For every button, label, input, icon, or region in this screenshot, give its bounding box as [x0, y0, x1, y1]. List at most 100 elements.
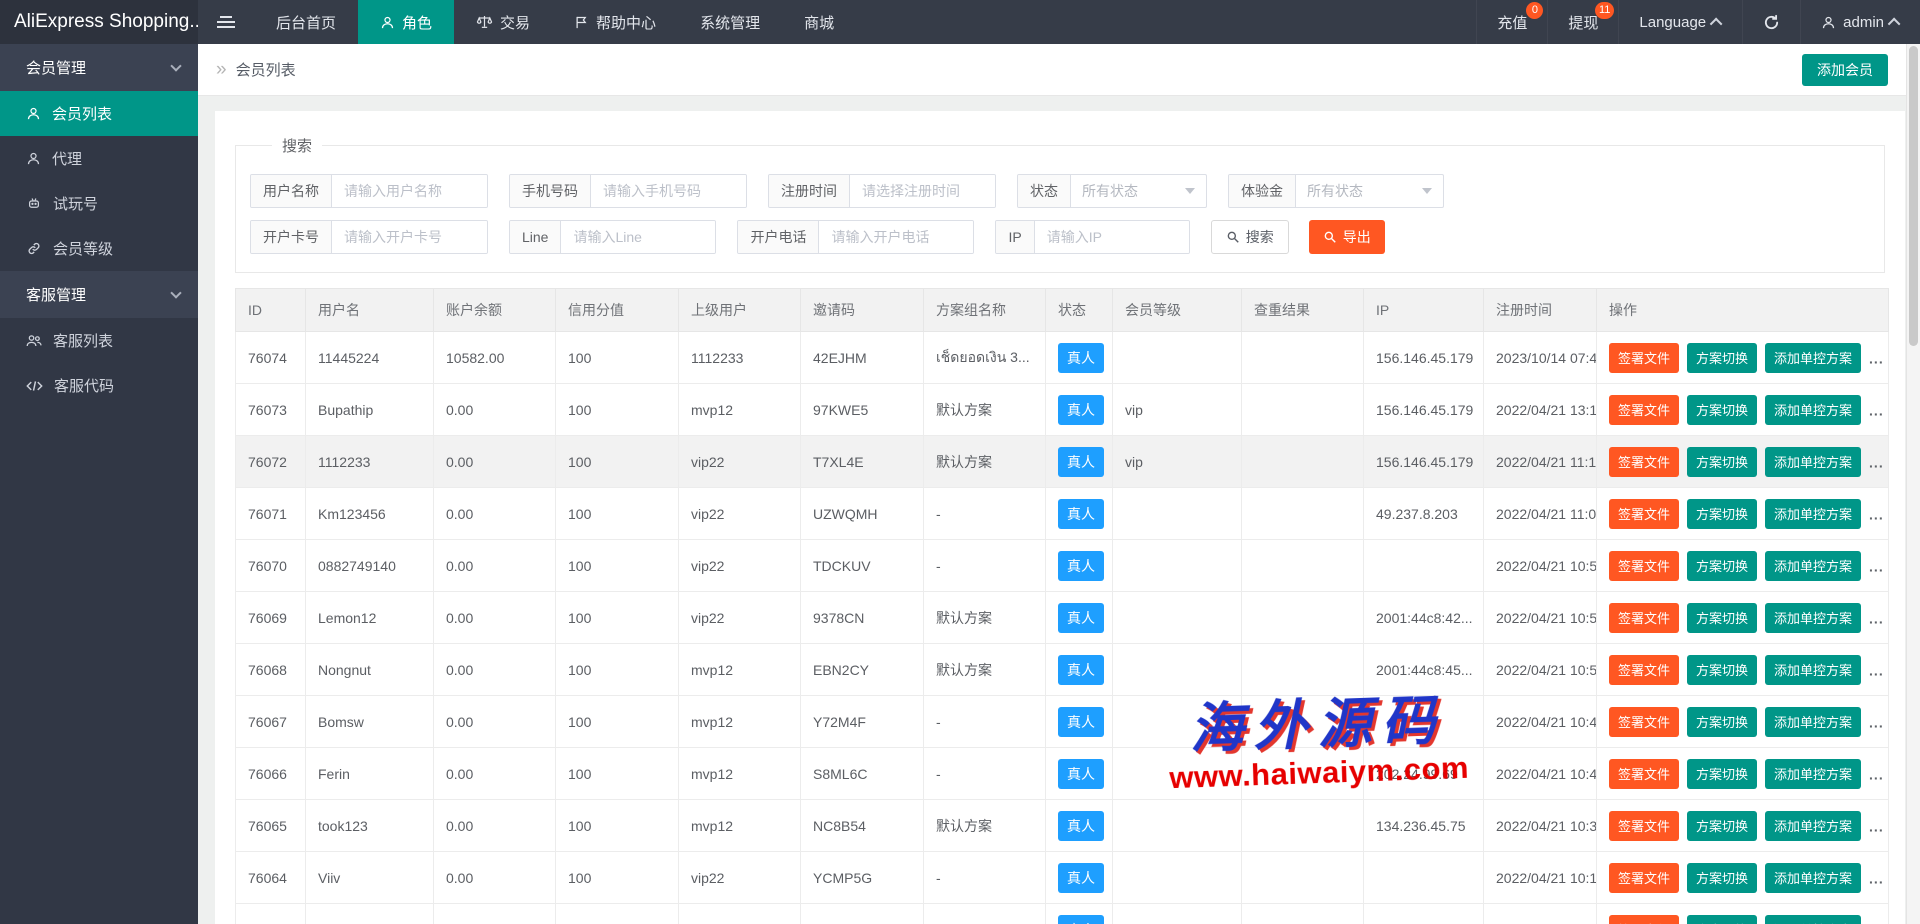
sidebar-item-客服列表[interactable]: 客服列表	[0, 318, 198, 363]
search-field-label: 注册时间	[769, 175, 850, 207]
withdraw-badge: 11	[1595, 2, 1614, 19]
more-actions-button[interactable]: ...	[1869, 662, 1884, 678]
sidebar-item-代理[interactable]: 代理	[0, 136, 198, 181]
action-button-方案切换[interactable]: 方案切换	[1687, 395, 1757, 425]
cell-actions: 签署文件方案切换添加单控方案...	[1597, 696, 1889, 748]
action-button-签署文件[interactable]: 签署文件	[1609, 707, 1679, 737]
sidebar-item-会员等级[interactable]: 会员等级	[0, 226, 198, 271]
nav-item-1[interactable]: 后台首页	[254, 0, 358, 44]
action-button-方案切换[interactable]: 方案切换	[1687, 863, 1757, 893]
action-button-方案切换[interactable]: 方案切换	[1687, 655, 1757, 685]
scrollbar-thumb[interactable]	[1909, 46, 1918, 346]
action-button-方案切换[interactable]: 方案切换	[1687, 603, 1757, 633]
nav-item-2[interactable]: 角色	[358, 0, 454, 44]
action-button-签署文件[interactable]: 签署文件	[1609, 499, 1679, 529]
nav-item-label: 商城	[804, 12, 834, 33]
more-actions-button[interactable]: ...	[1869, 402, 1884, 418]
more-actions-button[interactable]: ...	[1869, 454, 1884, 470]
cell-id: 76065	[236, 800, 306, 852]
action-button-添加单控方案[interactable]: 添加单控方案	[1765, 395, 1861, 425]
cell-level: vip	[1113, 384, 1242, 436]
action-button-方案切换[interactable]: 方案切换	[1687, 447, 1757, 477]
search-fieldset: 搜索 用户名称手机号码注册时间状态所有状态体验金所有状态 开户卡号Line开户电…	[235, 135, 1885, 273]
cell-invite: TDCKUV	[801, 540, 924, 592]
search-input-Line[interactable]	[561, 221, 715, 253]
search-input-用户名称[interactable]	[332, 175, 487, 207]
withdraw-menu-item[interactable]: 提现 11	[1547, 0, 1618, 44]
cell-plan: 默认方案	[924, 644, 1046, 696]
action-button-签署文件[interactable]: 签署文件	[1609, 343, 1679, 373]
action-button-方案切换[interactable]: 方案切换	[1687, 499, 1757, 529]
action-button-添加单控方案[interactable]: 添加单控方案	[1765, 551, 1861, 581]
sidebar-group-1[interactable]: 会员管理	[0, 44, 198, 91]
nav-item-label: 角色	[402, 12, 432, 33]
admin-dropdown[interactable]: admin	[1800, 0, 1920, 44]
search-button[interactable]: 搜索	[1211, 220, 1289, 254]
action-button-签署文件[interactable]: 签署文件	[1609, 395, 1679, 425]
action-button-方案切换[interactable]: 方案切换	[1687, 759, 1757, 789]
nav-item-5[interactable]: 系统管理	[678, 0, 782, 44]
action-button-签署文件[interactable]: 签署文件	[1609, 551, 1679, 581]
action-button-添加单控方案[interactable]: 添加单控方案	[1765, 811, 1861, 841]
search-input-IP[interactable]	[1035, 221, 1189, 253]
action-button-添加单控方案[interactable]: 添加单控方案	[1765, 499, 1861, 529]
more-actions-button[interactable]: ...	[1869, 350, 1884, 366]
nav-item-6[interactable]: 商城	[782, 0, 856, 44]
more-actions-button[interactable]: ...	[1869, 506, 1884, 522]
action-button-签署文件[interactable]: 签署文件	[1609, 915, 1679, 924]
search-input-注册时间[interactable]	[850, 175, 995, 207]
action-button-方案切换[interactable]: 方案切换	[1687, 551, 1757, 581]
search-select-状态[interactable]: 所有状态	[1071, 175, 1206, 207]
action-button-添加单控方案[interactable]: 添加单控方案	[1765, 447, 1861, 477]
search-input-手机号码[interactable]	[591, 175, 746, 207]
action-button-签署文件[interactable]: 签署文件	[1609, 603, 1679, 633]
action-button-添加单控方案[interactable]: 添加单控方案	[1765, 863, 1861, 893]
action-button-添加单控方案[interactable]: 添加单控方案	[1765, 603, 1861, 633]
action-button-方案切换[interactable]: 方案切换	[1687, 343, 1757, 373]
action-button-添加单控方案[interactable]: 添加单控方案	[1765, 655, 1861, 685]
action-button-添加单控方案[interactable]: 添加单控方案	[1765, 759, 1861, 789]
more-actions-button[interactable]: ...	[1869, 610, 1884, 626]
action-button-签署文件[interactable]: 签署文件	[1609, 811, 1679, 841]
search-input-开户电话[interactable]	[819, 221, 973, 253]
more-actions-button[interactable]: ...	[1869, 766, 1884, 782]
refresh-button[interactable]	[1742, 0, 1800, 44]
export-button[interactable]: 导出	[1309, 220, 1385, 254]
nav-item-4[interactable]: 帮助中心	[552, 0, 678, 44]
cell-id: 76074	[236, 332, 306, 384]
language-dropdown[interactable]: Language	[1618, 0, 1742, 44]
page-title: 会员列表	[236, 59, 296, 80]
cell-credit: 100	[556, 800, 679, 852]
action-button-签署文件[interactable]: 签署文件	[1609, 447, 1679, 477]
more-actions-button[interactable]: ...	[1869, 870, 1884, 886]
action-button-签署文件[interactable]: 签署文件	[1609, 655, 1679, 685]
cell-level	[1113, 904, 1242, 924]
recharge-menu-item[interactable]: 充值 0	[1476, 0, 1547, 44]
sidebar-item-会员列表[interactable]: 会员列表	[0, 91, 198, 136]
nav-item-3[interactable]: 交易	[454, 0, 552, 44]
search-select-体验金[interactable]: 所有状态	[1296, 175, 1443, 207]
action-button-添加单控方案[interactable]: 添加单控方案	[1765, 915, 1861, 924]
action-button-添加单控方案[interactable]: 添加单控方案	[1765, 707, 1861, 737]
search-input-开户卡号[interactable]	[332, 221, 487, 253]
sidebar-toggle-button[interactable]	[198, 0, 254, 44]
cell-plan: 默认方案	[924, 592, 1046, 644]
action-button-添加单控方案[interactable]: 添加单控方案	[1765, 343, 1861, 373]
nav-item-label: 交易	[500, 12, 530, 33]
sidebar-item-试玩号[interactable]: 试玩号	[0, 181, 198, 226]
magnifier-icon	[1323, 230, 1337, 244]
cell-parent: mvp12	[679, 644, 801, 696]
add-member-button[interactable]: 添加会员	[1802, 54, 1888, 86]
cell-credit: 100	[556, 904, 679, 924]
action-button-签署文件[interactable]: 签署文件	[1609, 863, 1679, 893]
more-actions-button[interactable]: ...	[1869, 818, 1884, 834]
action-button-方案切换[interactable]: 方案切换	[1687, 811, 1757, 841]
more-actions-button[interactable]: ...	[1869, 714, 1884, 730]
sidebar-item-客服代码[interactable]: 客服代码	[0, 363, 198, 408]
sidebar-group-2[interactable]: 客服管理	[0, 271, 198, 318]
action-button-方案切换[interactable]: 方案切换	[1687, 707, 1757, 737]
action-button-方案切换[interactable]: 方案切换	[1687, 915, 1757, 924]
more-actions-button[interactable]: ...	[1869, 558, 1884, 574]
action-button-签署文件[interactable]: 签署文件	[1609, 759, 1679, 789]
chevron-up-icon	[1888, 17, 1901, 30]
